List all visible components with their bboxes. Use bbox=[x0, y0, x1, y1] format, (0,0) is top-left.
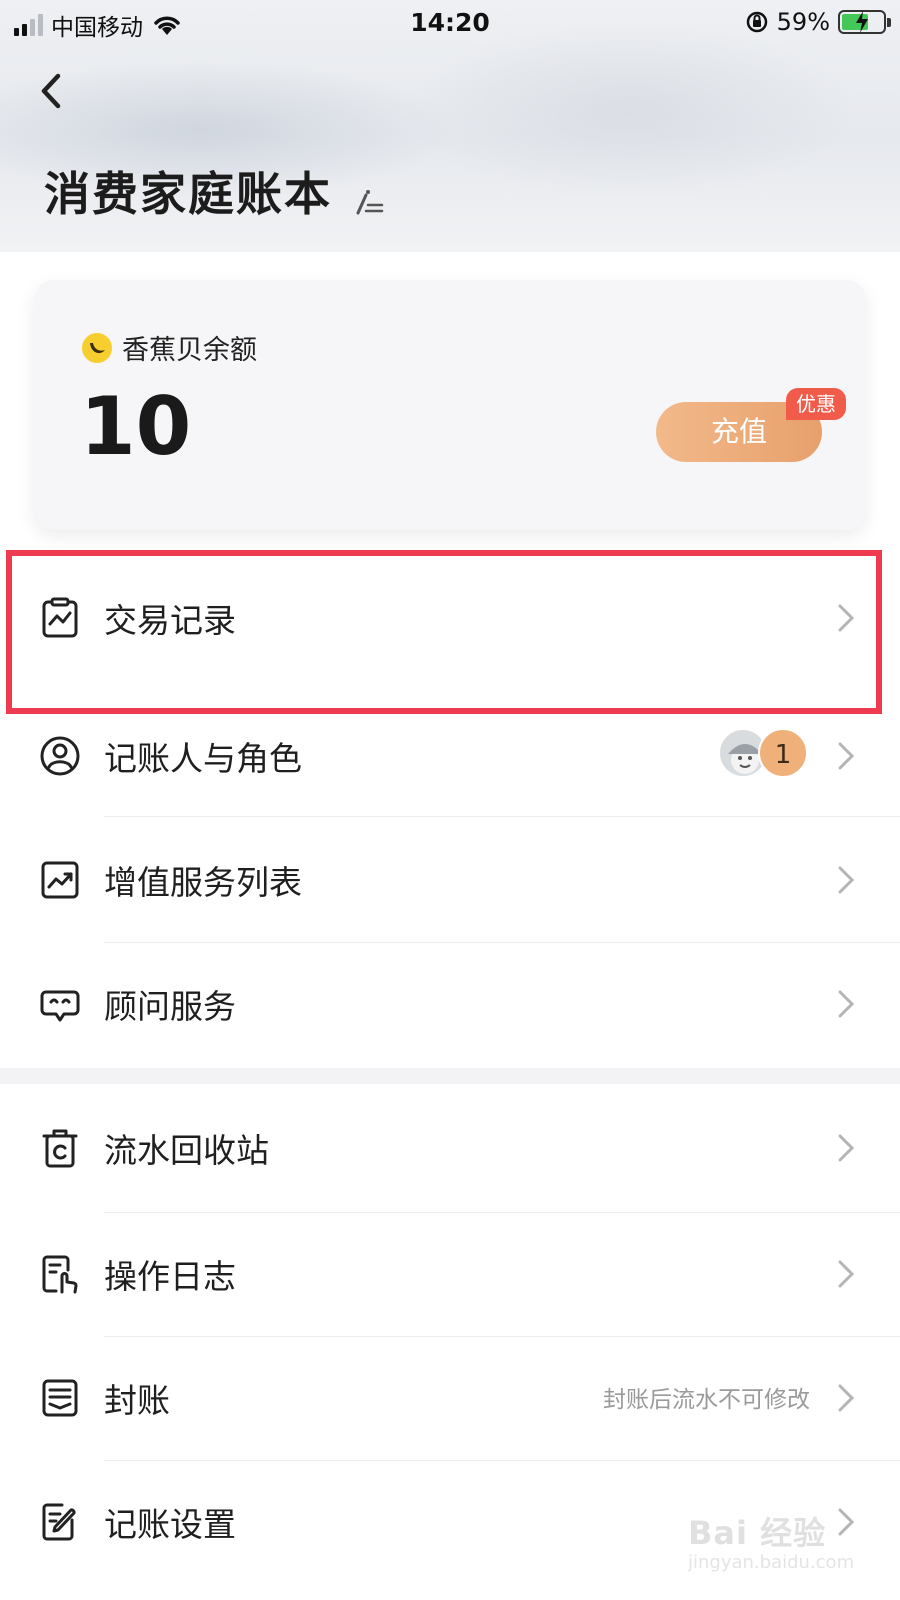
menu-label-members: 记账人与角色 bbox=[104, 739, 302, 778]
recycle-bin-icon bbox=[42, 1129, 78, 1168]
chevron-right-icon bbox=[838, 742, 855, 770]
member-avatars: 1 bbox=[718, 728, 818, 782]
trend-chart-icon bbox=[41, 861, 79, 899]
menu-item-advisor[interactable]: 顾问服务 bbox=[0, 942, 900, 1066]
page-title: 消费家庭账本 bbox=[44, 167, 332, 221]
chevron-right-icon bbox=[838, 866, 855, 894]
battery-icon bbox=[838, 10, 891, 34]
menu-item-transactions[interactable]: 交易记录 bbox=[0, 556, 900, 680]
menu-label-recycle-bin: 流水回收站 bbox=[104, 1131, 269, 1170]
member-count-badge: 1 bbox=[758, 728, 808, 778]
section-divider bbox=[0, 1068, 900, 1084]
watermark-text: Bai 经验 bbox=[688, 1514, 827, 1552]
ledger-icon bbox=[42, 1379, 78, 1417]
chevron-right-icon bbox=[838, 990, 855, 1018]
divider bbox=[104, 816, 900, 817]
edit-document-icon bbox=[42, 1503, 76, 1541]
menu-label-advisor: 顾问服务 bbox=[104, 987, 236, 1026]
back-arrow-icon[interactable] bbox=[32, 66, 72, 116]
menu-label-transactions: 交易记录 bbox=[104, 601, 236, 640]
promo-badge: 优惠 bbox=[786, 388, 846, 420]
balance-label: 香蕉贝余额 bbox=[122, 335, 257, 366]
menu-item-members[interactable]: 记账人与角色 1 bbox=[0, 694, 900, 818]
banana-coin-icon bbox=[82, 332, 112, 363]
chevron-right-icon bbox=[838, 1260, 855, 1288]
balance-card: 香蕉贝余额 10 充值 优惠 bbox=[34, 280, 866, 530]
menu-label-settings: 记账设置 bbox=[104, 1505, 236, 1544]
battery-percent: 59% bbox=[776, 8, 830, 36]
menu-item-recycle-bin[interactable]: 流水回收站 bbox=[0, 1086, 900, 1210]
chevron-right-icon bbox=[838, 1134, 855, 1162]
status-bar: 中国移动 14:20 59% bbox=[0, 0, 900, 48]
edit-icon[interactable] bbox=[352, 183, 388, 219]
operation-log-icon bbox=[42, 1255, 78, 1294]
chat-bubble-icon bbox=[40, 990, 80, 1022]
chevron-right-icon bbox=[838, 1384, 855, 1412]
watermark-url: jingyan.baidu.com bbox=[688, 1552, 855, 1573]
watermark: Bai 经验 jingyan.baidu.com bbox=[688, 1508, 888, 1588]
menu-label-value-added-services: 增值服务列表 bbox=[104, 863, 302, 902]
chevron-right-icon bbox=[838, 604, 855, 632]
menu-item-operation-log[interactable]: 操作日志 bbox=[0, 1212, 900, 1336]
user-circle-icon bbox=[40, 736, 80, 776]
close-books-hint: 封账后流水不可修改 bbox=[603, 1387, 810, 1413]
menu-item-close-books[interactable]: 封账 封账后流水不可修改 bbox=[0, 1336, 900, 1460]
orientation-lock-icon bbox=[746, 11, 767, 33]
transaction-record-icon bbox=[42, 597, 78, 638]
menu-label-operation-log: 操作日志 bbox=[104, 1257, 236, 1296]
menu-item-value-added-services[interactable]: 增值服务列表 bbox=[0, 818, 900, 942]
menu-label-close-books: 封账 bbox=[104, 1381, 170, 1420]
balance-value: 10 bbox=[80, 380, 192, 473]
